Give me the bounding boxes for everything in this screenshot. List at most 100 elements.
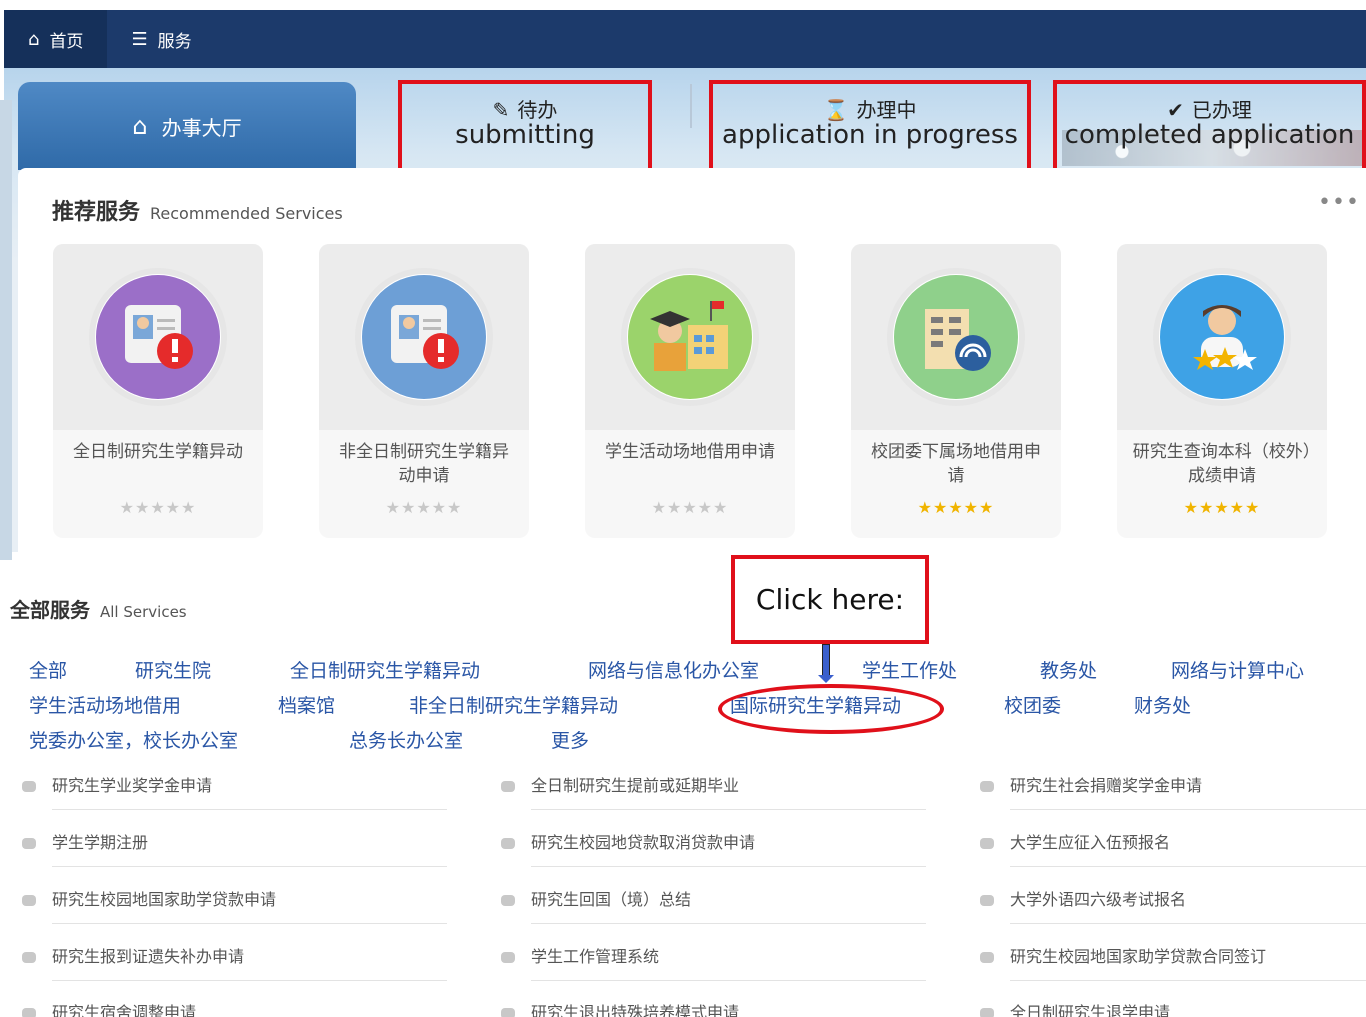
service-item-label: 研究生回国（境）总结 [531,890,692,909]
tab-completed[interactable]: ✔ 已办理 completed application [1053,80,1366,172]
category-computing-center[interactable]: 网络与计算中心 [1171,656,1304,683]
tab-completed-en: completed application [1064,120,1355,150]
tab-pending[interactable]: ✎ 待办 submitting [398,80,652,172]
category-general-affairs[interactable]: 总务长办公室 [349,726,463,753]
nav-home[interactable]: ⌂ 首页 [4,10,108,68]
nav-services[interactable]: ☰ 服务 [107,10,215,68]
tab-in-progress[interactable]: ⌛ 办理中 application in progress [709,80,1031,172]
recommended-title: 推荐服务 Recommended Services [52,194,343,226]
category-student-affairs[interactable]: 学生工作处 [862,656,957,683]
recommended-title-en: Recommended Services [150,204,343,223]
category-all[interactable]: 全部 [29,656,67,683]
tab-pending-en: submitting [455,120,595,150]
rating-stars: ★★★★★ [1183,498,1261,517]
list-icon: ☰ [131,28,148,50]
row-divider [531,866,926,867]
recommended-title-zh: 推荐服务 [52,200,141,225]
category-graduate-school[interactable]: 研究生院 [135,656,211,683]
bullet-icon [22,781,36,792]
service-item[interactable]: 研究生校园地国家助学贷款合同签订 [980,943,1266,967]
service-item[interactable]: 研究生学业奖学金申请 [22,772,212,796]
service-item[interactable]: 大学外语四六级考试报名 [980,886,1186,910]
service-item-label: 全日制研究生退学申请 [1010,1003,1171,1017]
service-item[interactable]: 研究生社会捐赠奖学金申请 [980,772,1202,796]
service-item[interactable]: 学生学期注册 [22,829,148,853]
top-nav: ⌂ 首页 ☰ 服务 [4,10,1366,68]
category-finance[interactable]: 财务处 [1134,691,1191,718]
service-item-label: 研究生校园地贷款取消贷款申请 [531,833,756,852]
tab-divider [690,84,692,128]
service-item-label: 研究生退出特殊培养模式申请 [531,1003,740,1017]
service-card[interactable]: 全日制研究生学籍异动 ★★★★★ [53,244,263,538]
service-item[interactable]: 研究生宿舍调整申请 [22,999,196,1017]
all-services-title: 全部服务 All Services [10,594,187,623]
service-card[interactable]: 研究生查询本科（校外）成绩申请 ★★★★★ [1117,244,1327,538]
tab-completed-zh: 已办理 [1191,98,1252,122]
service-item-label: 学生学期注册 [52,833,149,852]
row-divider [52,866,447,867]
category-youth-league[interactable]: 校团委 [1004,691,1061,718]
service-card[interactable]: 学生活动场地借用申请 ★★★★★ [585,244,795,538]
row-divider [531,809,926,810]
category-fulltime-status[interactable]: 全日制研究生学籍异动 [290,656,480,683]
service-item-label: 研究生校园地国家助学贷款申请 [52,890,277,909]
service-item-label: 研究生学业奖学金申请 [52,776,213,795]
hourglass-icon: ⌛ [823,98,849,122]
category-archives[interactable]: 档案馆 [278,691,335,718]
category-network-office[interactable]: 网络与信息化办公室 [588,656,759,683]
service-item[interactable]: 全日制研究生退学申请 [980,999,1170,1017]
bullet-icon [22,895,36,906]
category-president-office[interactable]: 党委办公室，校长办公室 [29,726,238,753]
bullet-icon [22,838,36,849]
tab-service-hall[interactable]: ⌂ 办事大厅 [18,82,356,170]
rating-stars: ★★★★★ [119,498,197,517]
tab-in-progress-en: application in progress [722,120,1018,150]
down-arrow-icon [818,644,834,683]
service-item-label: 研究生报到证遗失补办申请 [52,947,245,966]
category-more[interactable]: 更多 [551,726,589,753]
student-status-alert-icon [96,275,220,399]
service-item-label: 研究生校园地国家助学贷款合同签订 [1010,947,1267,966]
row-divider [1010,923,1366,924]
all-services-title-zh: 全部服务 [10,598,90,622]
service-item[interactable]: 学生工作管理系统 [501,943,659,967]
service-item[interactable]: 研究生报到证遗失补办申请 [22,943,244,967]
house-icon: ⌂ [132,112,148,140]
service-card[interactable]: 校团委下属场地借用申请 ★★★★★ [851,244,1061,538]
category-parttime-status[interactable]: 非全日制研究生学籍异动 [409,691,618,718]
service-card-label: 校团委下属场地借用申请 [871,442,1041,486]
service-item[interactable]: 研究生校园地贷款取消贷款申请 [501,829,755,853]
service-card-label: 非全日制研究生学籍异动申请 [339,442,509,486]
more-menu-icon[interactable]: ••• [1318,190,1360,215]
bullet-icon [501,952,515,963]
category-academic-affairs[interactable]: 教务处 [1040,656,1097,683]
service-item-label: 研究生社会捐赠奖学金申请 [1010,776,1203,795]
service-item-label: 学生工作管理系统 [531,947,660,966]
service-item[interactable]: 研究生退出特殊培养模式申请 [501,999,739,1017]
banner-edge [0,100,12,560]
service-item[interactable]: 研究生回国（境）总结 [501,886,691,910]
category-venue-booking[interactable]: 学生活动场地借用 [29,691,181,718]
bullet-icon [980,952,994,963]
service-item[interactable]: 全日制研究生提前或延期毕业 [501,772,739,796]
bullet-icon [980,895,994,906]
service-item[interactable]: 大学生应征入伍预报名 [980,829,1170,853]
service-item[interactable]: 研究生校园地国家助学贷款申请 [22,886,276,910]
service-card-label: 学生活动场地借用申请 [605,442,775,462]
nav-home-label: 首页 [49,31,84,52]
bullet-icon [980,838,994,849]
student-status-alert-icon [362,275,486,399]
bullet-icon [980,1008,994,1017]
tab-in-progress-zh: 办理中 [856,98,917,122]
row-divider [52,980,447,981]
rating-stars: ★★★★★ [651,498,729,517]
rating-stars: ★★★★★ [385,498,463,517]
edit-icon: ✎ [492,98,510,122]
service-card-label: 研究生查询本科（校外）成绩申请 [1132,442,1312,486]
click-here-callout: Click here: [731,555,929,644]
nav-services-label: 服务 [157,31,192,52]
row-divider [531,980,926,981]
service-card[interactable]: 非全日制研究生学籍异动申请 ★★★★★ [319,244,529,538]
row-divider [52,809,447,810]
bullet-icon [501,781,515,792]
